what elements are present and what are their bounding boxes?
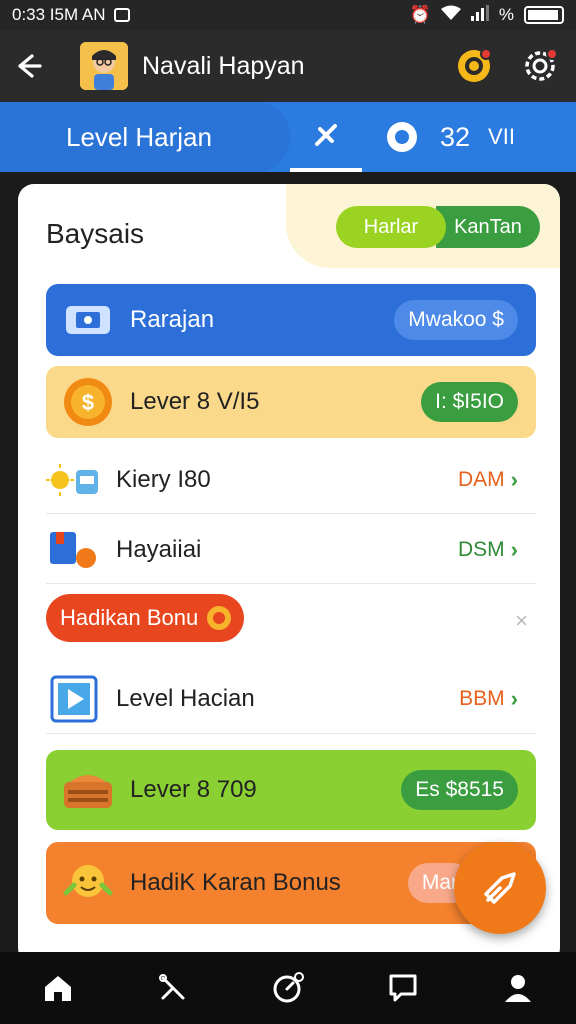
- book-icon: [46, 522, 102, 578]
- nav-home[interactable]: [33, 963, 83, 1013]
- badge-icon: [387, 122, 417, 152]
- settings-dot: [546, 48, 558, 60]
- bonus-pill[interactable]: Hadikan Bonu: [46, 594, 245, 642]
- app-bar: Navali Hapyan: [0, 30, 576, 102]
- bottom-nav: [0, 952, 576, 1024]
- back-button[interactable]: [0, 30, 56, 102]
- row-value: DSM: [458, 537, 505, 561]
- settings-button[interactable]: [520, 46, 560, 86]
- alarm-icon: ⏰: [409, 5, 431, 24]
- mascot-icon: [60, 855, 116, 911]
- list-item-level-hacian[interactable]: Level Hacian BBM ›: [46, 664, 536, 734]
- tools-icon: [315, 124, 337, 146]
- fab-action-button[interactable]: [454, 842, 546, 934]
- arrow-left-icon: [18, 54, 42, 78]
- scissors-icon: [158, 974, 185, 1000]
- nav-tools[interactable]: [148, 963, 198, 1013]
- wallet-icon: [60, 292, 116, 348]
- reward-card-lever[interactable]: $ Lever 8 V/I5 I: $I5IO: [46, 366, 536, 438]
- row-chip[interactable]: Es $8515: [401, 770, 518, 810]
- bonus-pill-label: Hadikan Bonu: [60, 605, 199, 630]
- reward-card-lever-709[interactable]: Lever 8 709 Es $8515: [46, 750, 536, 830]
- battery-icon: [524, 6, 564, 24]
- rocket-icon: [484, 872, 516, 904]
- sun-robot-icon: [46, 452, 102, 508]
- notification-dot: [480, 48, 492, 60]
- chevron-right-icon: ›: [510, 536, 518, 562]
- bonus-coin-icon: [207, 606, 232, 630]
- coin-button[interactable]: [454, 46, 494, 86]
- toggle-container: KanTan Harlar: [286, 184, 560, 268]
- row-label: Lever 8 709: [130, 776, 257, 803]
- nav-messages[interactable]: [378, 963, 428, 1013]
- toggle-option-a[interactable]: Harlar: [336, 206, 446, 248]
- row-value: BBM: [459, 686, 505, 710]
- wifi-icon: [440, 5, 461, 26]
- status-bar: 0:33 I5M AN ⏰ %: [0, 0, 576, 30]
- row-label: Level Hacian: [116, 684, 255, 712]
- row-label: Rarajan: [130, 306, 215, 333]
- chat-icon: [389, 974, 417, 1002]
- tab-tools[interactable]: [290, 102, 362, 172]
- level-count: 32: [440, 121, 471, 152]
- video-icon: [46, 671, 102, 727]
- user-icon: [505, 975, 532, 1002]
- reward-card-rarajan[interactable]: Rarajan Mwakoo $: [46, 284, 536, 356]
- tab-badge[interactable]: [384, 119, 420, 155]
- status-time: 0:33 I5M AN: [12, 5, 106, 24]
- chevron-right-icon: ›: [510, 466, 518, 492]
- svg-text:$: $: [82, 390, 94, 415]
- list-item-kiery[interactable]: Kiery I80 DAM ›: [46, 446, 536, 514]
- battery-percent: %: [498, 5, 514, 24]
- camera-icon: [113, 8, 130, 22]
- avatar[interactable]: [80, 42, 128, 90]
- chevron-right-icon: ›: [510, 685, 518, 711]
- nav-profile[interactable]: [493, 963, 543, 1013]
- coin-icon: $: [60, 374, 116, 430]
- row-label: Lever 8 V/I5: [130, 388, 260, 415]
- home-icon: [44, 976, 71, 1001]
- row-label: Hayaiiai: [116, 535, 202, 563]
- tab-level[interactable]: Level Harjan: [0, 102, 290, 172]
- signal-icon: [470, 4, 489, 26]
- row-chip[interactable]: Mwakoo $: [394, 300, 518, 340]
- close-icon[interactable]: ×: [515, 608, 528, 634]
- row-label: Kiery I80: [116, 465, 211, 493]
- sheet-title: Baysais: [46, 218, 145, 249]
- timer-icon: [273, 972, 304, 1003]
- chest-icon: [60, 762, 116, 818]
- row-label: HadiK Karan Bonus: [130, 869, 341, 896]
- tab-bar: Level Harjan 32 VII: [0, 102, 576, 172]
- toggle-option-b[interactable]: KanTan: [436, 206, 540, 248]
- list-item-hayaiiai[interactable]: Hayaiiai DSM ›: [46, 516, 536, 584]
- page-title: Navali Hapyan: [142, 51, 305, 80]
- level-unit: VII: [488, 124, 515, 149]
- nav-timer[interactable]: [263, 963, 313, 1013]
- row-value: DAM: [458, 467, 505, 491]
- row-chip[interactable]: I: $I5IO: [421, 382, 518, 422]
